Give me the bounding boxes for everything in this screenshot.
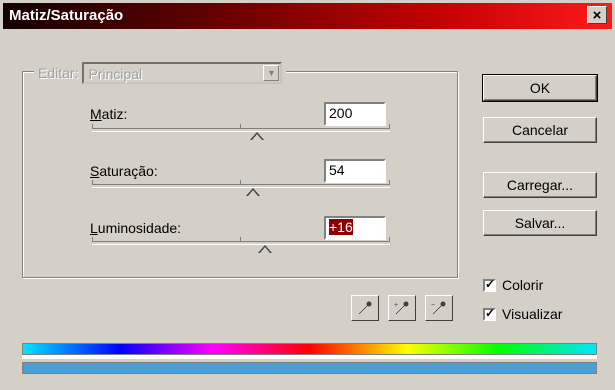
colorize-checkbox[interactable] [483,277,496,292]
eyedropper-button[interactable] [351,295,379,321]
output-spectrum-bar [22,362,597,374]
lightness-slider-track[interactable] [92,237,390,253]
saturation-slider-track[interactable] [92,180,390,196]
lightness-input[interactable]: +16 [324,216,386,240]
save-button[interactable]: Salvar... [483,210,597,236]
ok-button[interactable]: OK [482,74,598,102]
edit-group-box [22,71,458,278]
hue-label: Matiz: [90,106,128,122]
edit-select[interactable]: Principal ▼ [82,62,283,84]
edit-control: Editar: Principal ▼ [34,62,287,84]
hue-slider-track[interactable] [92,124,390,140]
preview-checkbox-row[interactable]: Visualizar [483,306,562,322]
eyedropper-minus-icon: − [431,301,446,315]
edit-select-value: Principal [88,66,143,82]
eyedropper-plus-icon: + [394,301,409,315]
eyedropper-icon [358,301,372,315]
saturation-slider-thumb[interactable] [245,188,260,196]
svg-text:+: + [394,302,398,309]
cancel-button[interactable]: Cancelar [483,117,597,143]
title-bar[interactable]: Matiz/Saturação × [3,3,612,29]
preview-checkbox[interactable] [483,306,496,321]
eyedropper-plus-button[interactable]: + [388,295,416,321]
load-button[interactable]: Carregar... [483,172,597,198]
svg-text:−: − [431,302,435,309]
edit-label: Editar: [38,65,79,81]
hue-saturation-dialog: Matiz/Saturação × Editar: Principal ▼ Ma… [0,0,615,390]
hue-slider-thumb[interactable] [250,132,265,140]
preview-label: Visualizar [502,306,563,322]
input-spectrum-bar [22,343,597,355]
chevron-down-icon[interactable]: ▼ [263,65,280,81]
lightness-slider-thumb[interactable] [257,245,272,253]
saturation-input[interactable]: 54 [324,159,386,183]
close-button[interactable]: × [587,6,607,24]
window-title: Matiz/Saturação [9,7,124,24]
colorize-checkbox-row[interactable]: Colorir [483,277,543,293]
saturation-label: Saturação: [90,163,158,179]
lightness-label: Luminosidade: [90,220,182,236]
close-icon: × [592,6,602,24]
colorize-label: Colorir [502,277,544,293]
hue-input[interactable]: 200 [324,102,386,126]
eyedropper-minus-button[interactable]: − [425,295,453,321]
